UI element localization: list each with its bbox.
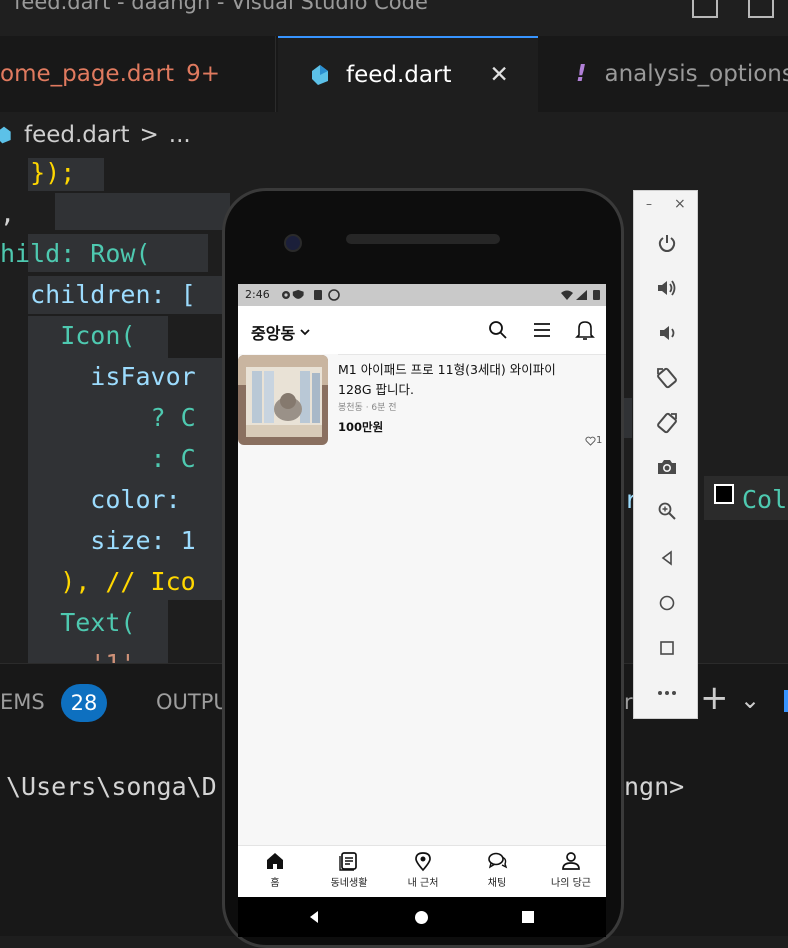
breadcrumb-file[interactable]: feed.dart [24, 122, 129, 148]
minimize-icon[interactable]: – [646, 197, 652, 211]
code-line-4: children: [ [0, 274, 196, 315]
android-status-bar: 2:46 [238, 284, 606, 306]
code-line-2: , [0, 193, 15, 234]
tab-label: analysis_options [605, 61, 788, 87]
code-line-3: hild: Row( [0, 233, 151, 274]
listing-meta: 봉천동 · 6분 전 [338, 400, 397, 413]
list-item[interactable]: M1 아이패드 프로 11형(3세대) 와이파이 128G 팝니다. 봉천동 ·… [238, 354, 606, 446]
code-line-11: ), // Ico [0, 561, 196, 602]
chat-icon [486, 850, 508, 872]
code-line-8: : C [0, 438, 196, 479]
panel-tab-problems[interactable]: EMS [0, 690, 45, 714]
rotate-right-icon[interactable] [634, 411, 699, 435]
home-circle-icon[interactable] [634, 591, 699, 615]
nav-item-home[interactable]: 홈 [238, 850, 312, 889]
status-time: 2:46 [245, 288, 270, 301]
code-line-1: }); [0, 158, 75, 193]
close-icon[interactable]: ✕ [489, 62, 508, 88]
location-selector[interactable]: 중앙동 [251, 320, 311, 344]
color-label: Col [742, 479, 787, 520]
status-notification-icons [280, 289, 342, 301]
listing-title[interactable]: M1 아이패드 프로 11형(3세대) 와이파이 128G 팝니다. [338, 360, 556, 400]
panel-edge [784, 690, 788, 712]
feed-list[interactable]: M1 아이패드 프로 11형(3세대) 와이파이 128G 팝니다. 봉천동 ·… [238, 354, 606, 845]
code-line-13: '1' [0, 643, 135, 663]
window-title: feed.dart - daangn - Visual Studio Code [14, 0, 428, 14]
breadcrumb: feed.dart > ... [0, 112, 788, 158]
code-line-7: ? C [0, 397, 196, 438]
code-line-9: color: [0, 479, 181, 520]
menu-icon[interactable] [532, 321, 552, 339]
dart-icon [0, 125, 14, 145]
yaml-warning-icon: ! [576, 61, 587, 87]
back-icon[interactable] [306, 909, 322, 925]
home-button-icon[interactable] [414, 910, 429, 925]
location-pin-icon [412, 850, 434, 872]
terminal-prompt-tail: ngn> [624, 772, 684, 801]
volume-up-icon[interactable] [634, 276, 699, 300]
panel-tab-output[interactable]: OUTPU [156, 690, 229, 714]
maximize-icon[interactable] [748, 0, 774, 18]
power-icon[interactable] [634, 231, 699, 255]
location-label: 중앙동 [251, 320, 295, 344]
phone-speaker [346, 234, 500, 244]
rotate-left-icon[interactable] [634, 366, 699, 390]
tab-home-page[interactable]: ome_page.dart 9+ [0, 36, 276, 112]
code-line-5: Icon( [0, 315, 135, 356]
recents-icon[interactable] [521, 910, 535, 924]
person-icon [560, 850, 582, 872]
color-swatch-icon[interactable] [714, 484, 734, 504]
listing-thumbnail[interactable] [238, 355, 328, 445]
divider [338, 354, 606, 355]
problems-count-badge: 28 [61, 684, 107, 722]
code-line-10: size: 1 [0, 520, 196, 561]
search-icon[interactable] [488, 320, 508, 340]
layout-toggle-icon[interactable] [692, 0, 718, 18]
back-icon[interactable] [634, 546, 699, 570]
code-line-6: isFavor [0, 356, 196, 397]
emulator-toolbar: – × [633, 190, 698, 719]
vscode-titlebar: feed.dart - daangn - Visual Studio Code [0, 0, 788, 36]
nav-item-chat[interactable]: 채팅 [460, 850, 534, 889]
nav-item-my-profile[interactable]: 나의 당근 [534, 850, 606, 889]
more-icon[interactable] [634, 681, 699, 705]
code-line-12: Text( [0, 602, 135, 643]
overview-icon[interactable] [634, 636, 699, 660]
phone-camera [284, 234, 302, 252]
status-system-icons [560, 289, 602, 301]
tab-label: ome_page.dart [0, 61, 174, 87]
terminal-prompt[interactable]: \Users\songa\D [6, 772, 217, 801]
tab-feed-dart[interactable]: feed.dart ✕ [278, 36, 538, 112]
nav-item-community[interactable]: 동네생활 [312, 850, 386, 889]
notification-bell-icon[interactable] [575, 319, 595, 341]
breadcrumb-more[interactable]: ... [169, 122, 191, 148]
phone-screen: 2:46 중앙동 [238, 284, 606, 897]
dart-icon [308, 63, 332, 87]
nav-item-nearby[interactable]: 내 근처 [386, 850, 460, 889]
listing-price: 100만원 [338, 419, 383, 435]
zoom-icon[interactable] [634, 499, 699, 523]
tab-analysis-options[interactable]: ! analysis_options [540, 36, 788, 112]
camera-icon[interactable] [634, 455, 699, 479]
problems-badge: 9+ [186, 61, 220, 87]
chevron-down-icon [299, 327, 311, 337]
close-icon[interactable]: × [674, 196, 686, 212]
new-terminal-icon[interactable]: + [700, 678, 729, 718]
likes-count: 1 [585, 435, 602, 446]
bottom-navigation: 홈 동네생활 내 근처 채팅 나의 당근 [238, 845, 606, 897]
article-icon [338, 850, 360, 872]
breadcrumb-separator: > [139, 122, 158, 148]
app-bar: 중앙동 [238, 306, 606, 354]
home-icon [264, 850, 286, 872]
chevron-down-icon[interactable]: ⌄ [740, 686, 760, 714]
heart-icon [585, 436, 596, 446]
volume-down-icon[interactable] [634, 321, 699, 345]
tab-label: feed.dart [346, 62, 451, 88]
android-system-nav [238, 897, 606, 937]
